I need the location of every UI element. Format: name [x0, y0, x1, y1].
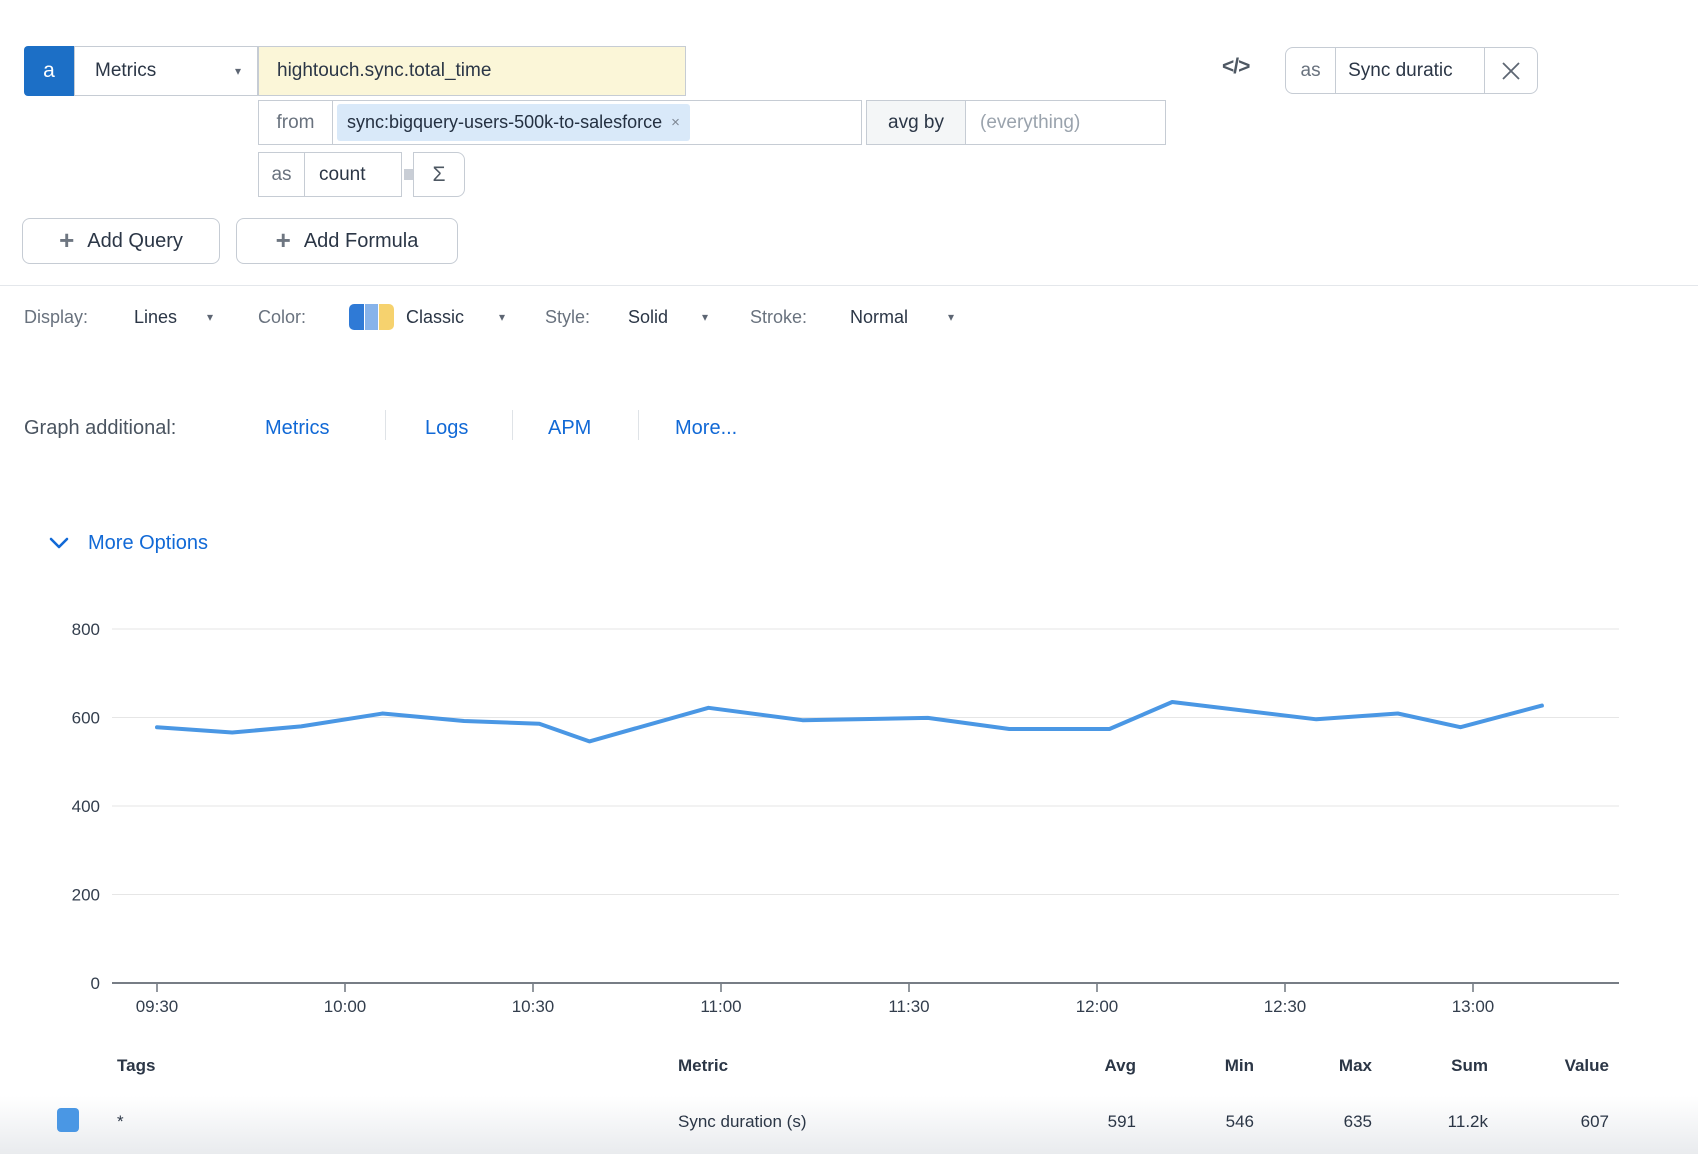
graph-additional-metrics-link[interactable]: Metrics	[265, 413, 329, 443]
x-axis-label: 11:30	[888, 997, 929, 1016]
remove-tag-icon[interactable]: ×	[671, 114, 680, 131]
color-palette-swatch[interactable]	[349, 304, 394, 330]
legend-metric-value: Sync duration (s)	[678, 1110, 807, 1134]
legend-value-value: 607	[1501, 1110, 1609, 1134]
as-label: as	[258, 152, 305, 197]
timeseries-chart[interactable]: 0 200 400 600 800 09:30 10:00 10:30 11:00 11:30 12…	[0, 540, 1698, 1040]
legend-avg-value: 591	[1036, 1110, 1136, 1134]
rollup-button[interactable]: count	[304, 152, 402, 197]
y-axis-label: 600	[72, 709, 100, 728]
link-separator	[638, 410, 639, 440]
x-axis-label: 10:00	[324, 997, 367, 1016]
legend-tags-value: *	[117, 1110, 124, 1134]
metrics-source-select[interactable]: Metrics ▾	[74, 46, 258, 96]
query-alias-group: as Sync duratic	[1285, 47, 1538, 94]
graph-additional-more-link[interactable]: More...	[675, 413, 737, 443]
sigma-icon: Σ	[433, 163, 446, 187]
group-by-placeholder: (everything)	[980, 112, 1080, 134]
legend-header-min: Min	[1154, 1054, 1254, 1078]
metrics-source-label: Metrics	[95, 60, 156, 82]
legend-header-sum: Sum	[1380, 1054, 1488, 1078]
y-axis-label: 0	[91, 974, 100, 993]
rollup-value: count	[319, 164, 365, 186]
chevron-down-icon: ▾	[235, 65, 241, 77]
graph-additional-logs-link[interactable]: Logs	[425, 413, 468, 443]
code-view-button[interactable]: </>	[1222, 55, 1249, 79]
stroke-label: Stroke:	[750, 303, 807, 331]
section-divider	[0, 285, 1698, 286]
legend-table: Tags Metric Avg Min Max Sum Value * Sync…	[0, 1048, 1698, 1154]
query-letter-badge: a	[24, 46, 74, 96]
legend-max-value: 635	[1272, 1110, 1372, 1134]
graph-additional-apm-link[interactable]: APM	[548, 413, 591, 443]
add-query-label: Add Query	[87, 230, 183, 253]
chevron-down-icon: ▾	[702, 311, 708, 323]
metric-name-input[interactable]: hightouch.sync.total_time	[258, 46, 686, 96]
aggregator-label: avg by	[888, 112, 944, 134]
x-axis-label: 09:30	[136, 997, 179, 1016]
legend-header-avg: Avg	[1036, 1054, 1136, 1078]
filter-tag[interactable]: sync:bigquery-users-500k-to-salesforce ×	[337, 104, 690, 141]
alias-as-label: as	[1286, 48, 1336, 93]
link-separator	[385, 410, 386, 440]
palette-color-3	[379, 304, 394, 330]
display-label: Display:	[24, 303, 88, 331]
x-axis-label: 13:00	[1452, 997, 1495, 1016]
plus-icon: +	[59, 227, 74, 253]
alias-input[interactable]: Sync duratic	[1336, 48, 1485, 93]
style-select[interactable]: Solid	[628, 303, 668, 331]
legend-sum-value: 11.2k	[1380, 1110, 1488, 1134]
add-formula-button[interactable]: + Add Formula	[236, 218, 458, 264]
style-label: Style:	[545, 303, 590, 331]
metrics-query-editor: a Metrics ▾ hightouch.sync.total_time </…	[0, 0, 1698, 1154]
y-axis-label: 800	[72, 620, 100, 639]
close-icon	[1500, 60, 1522, 82]
display-lines-select[interactable]: Lines	[134, 303, 177, 331]
palette-color-1	[349, 304, 364, 330]
legend-header-tags: Tags	[117, 1054, 155, 1078]
x-axis-label: 12:00	[1076, 997, 1119, 1016]
plus-icon: +	[276, 227, 291, 253]
stroke-select[interactable]: Normal	[850, 303, 908, 331]
add-query-button[interactable]: + Add Query	[22, 218, 220, 264]
remove-query-button[interactable]	[1485, 48, 1537, 93]
sigma-button[interactable]: Σ	[413, 152, 465, 197]
graph-additional-label: Graph additional:	[24, 413, 176, 443]
chevron-down-icon: ▾	[948, 311, 954, 323]
link-separator	[512, 410, 513, 440]
add-formula-label: Add Formula	[304, 230, 419, 253]
filter-tag-text: sync:bigquery-users-500k-to-salesforce	[347, 112, 662, 133]
x-axis-label: 10:30	[512, 997, 555, 1016]
legend-min-value: 546	[1154, 1110, 1254, 1134]
x-axis-label: 11:00	[700, 997, 741, 1016]
from-label: from	[258, 100, 333, 145]
alias-value: Sync duratic	[1348, 60, 1453, 82]
legend-header-metric: Metric	[678, 1054, 728, 1078]
y-axis-label: 200	[72, 886, 100, 905]
color-label: Color:	[258, 303, 306, 331]
x-axis-label: 12:30	[1264, 997, 1307, 1016]
rollup-connector	[404, 169, 413, 180]
series-line	[157, 702, 1542, 741]
color-select[interactable]: Classic	[406, 303, 464, 331]
group-by-input[interactable]: (everything)	[965, 100, 1166, 145]
y-axis-label: 400	[72, 797, 100, 816]
chevron-down-icon: ▾	[499, 311, 505, 323]
legend-header-max: Max	[1272, 1054, 1372, 1078]
legend-header-value: Value	[1501, 1054, 1609, 1078]
chevron-down-icon: ▾	[207, 311, 213, 323]
series-color-swatch	[57, 1108, 79, 1132]
aggregator-button[interactable]: avg by	[866, 100, 966, 145]
metric-name-value: hightouch.sync.total_time	[277, 60, 491, 82]
palette-color-2	[365, 304, 379, 330]
filter-tag-field[interactable]: sync:bigquery-users-500k-to-salesforce ×	[332, 100, 862, 145]
